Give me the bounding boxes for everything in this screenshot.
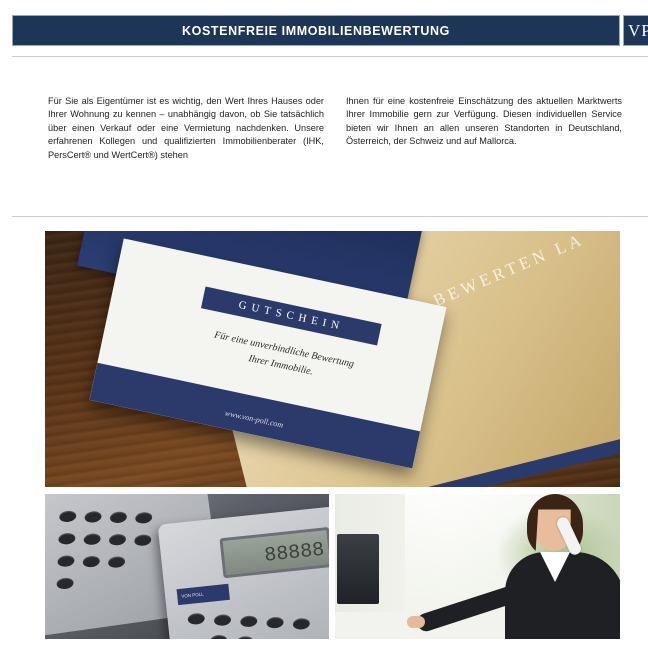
- calc-key: [82, 532, 102, 546]
- divider-bottom: [12, 216, 648, 217]
- calc-key: [109, 510, 128, 524]
- section-title: KOSTENFREIE IMMOBILIENBEWERTUNG: [182, 23, 450, 38]
- calc-key: [83, 510, 103, 524]
- brochure-page: KOSTENFREIE IMMOBILIENBEWERTUNG VP Für S…: [0, 0, 648, 664]
- calc-key: [209, 634, 228, 639]
- calculator-right: 88888 VON POLL: [157, 503, 329, 639]
- calc-key: [56, 554, 76, 568]
- calc-key: [133, 533, 152, 547]
- monitor: [337, 534, 379, 604]
- calc-key: [266, 616, 285, 629]
- calc-key: [55, 576, 75, 591]
- brand-logo: VP: [623, 15, 648, 46]
- calc-key: [107, 555, 126, 569]
- calc-key: [82, 554, 101, 569]
- voucher-photo: DEN BEWERTEN LA GUTSCHEIN Für eine unver…: [45, 231, 620, 487]
- calc-key: [235, 635, 254, 639]
- intro-text-left: Für Sie als Eigentümer ist es wichtig, d…: [48, 96, 324, 160]
- calc-key: [134, 511, 153, 525]
- calc-key: [239, 615, 258, 628]
- divider-top: [12, 56, 648, 57]
- intro-text-right: Ihnen für eine kostenfreie Einschätzung …: [346, 96, 622, 147]
- calc-key: [213, 613, 232, 627]
- calculator-photo: 88888 VON POLL: [45, 494, 329, 639]
- section-header-bar: KOSTENFREIE IMMOBILIENBEWERTUNG: [12, 15, 620, 46]
- calc-key: [187, 612, 206, 626]
- advisor-hand: [407, 616, 425, 628]
- calculator-brand-sticker: VON POLL: [176, 583, 230, 606]
- calculator-display: 88888: [219, 526, 329, 579]
- calc-key: [57, 532, 77, 546]
- calc-key: [292, 617, 311, 631]
- office-photo: [335, 494, 620, 639]
- calc-key: [58, 509, 77, 524]
- calc-key: [108, 533, 127, 547]
